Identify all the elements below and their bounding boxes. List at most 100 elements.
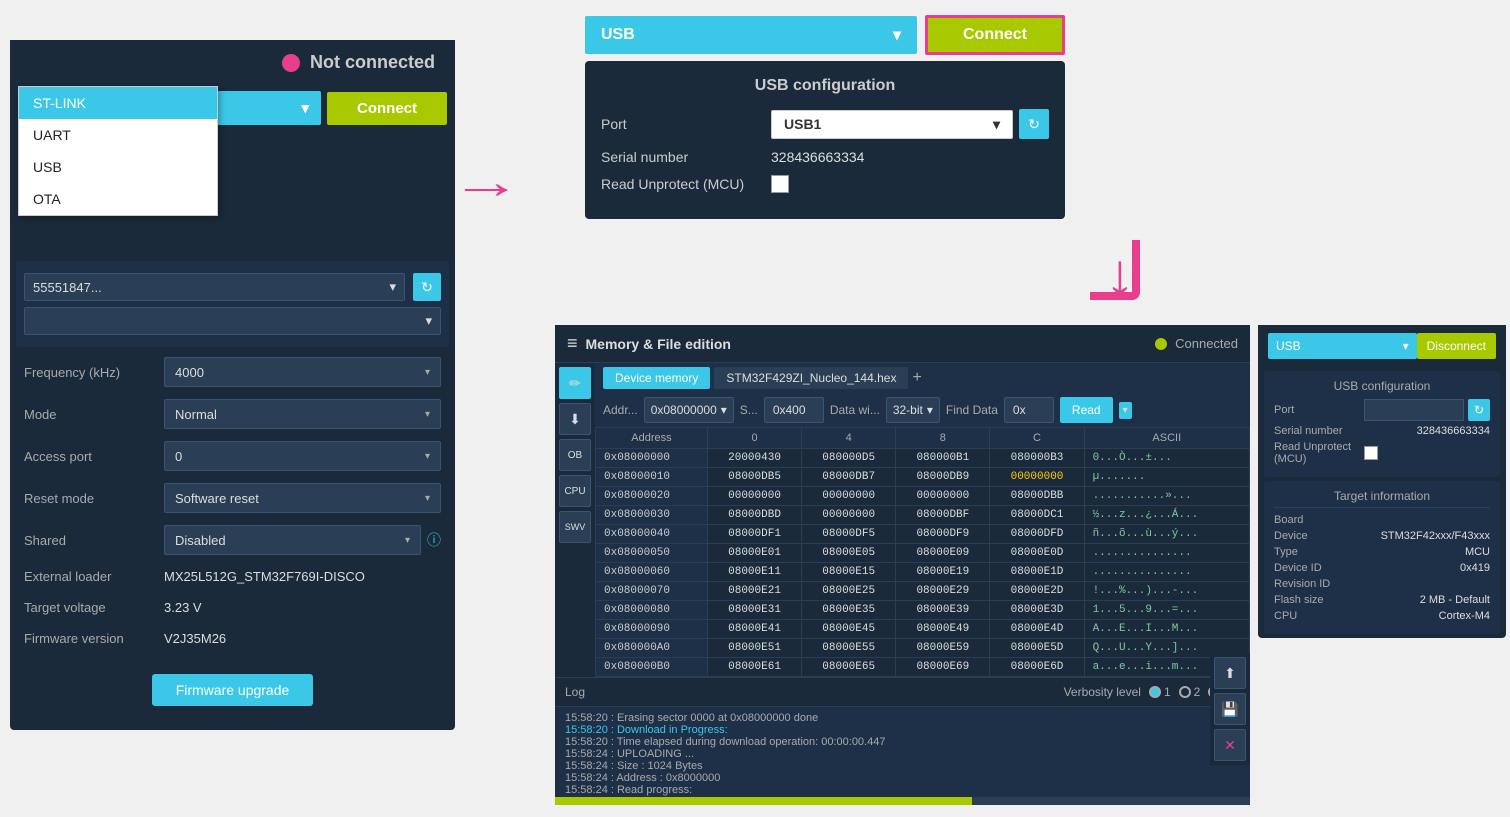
access-port-dropdown[interactable]: 0 ▾ [164, 441, 441, 471]
firmware-upgrade-button[interactable]: Firmware upgrade [152, 674, 314, 706]
cell-c: 08000E1D [990, 563, 1084, 582]
cell-0: 08000DF1 [707, 525, 801, 544]
right-config-title: USB configuration [1274, 379, 1490, 393]
right-config-box: USB configuration Port ↻ Serial number 3… [1264, 371, 1500, 477]
cell-8: 08000E69 [896, 658, 990, 677]
log-close-icon[interactable]: ✕ [1214, 729, 1246, 761]
data-width-dropdown[interactable]: 32-bit ▾ [886, 397, 940, 423]
usb-port-dropdown[interactable]: USB1 ▾ [771, 110, 1013, 139]
swv-icon-btn[interactable]: SWV [559, 511, 591, 543]
tab-device-memory[interactable]: Device memory [603, 367, 710, 389]
usb-port-refresh-button[interactable]: ↻ [1019, 109, 1049, 139]
cell-8: 08000E19 [896, 563, 990, 582]
port-refresh-button[interactable]: ↻ [413, 273, 441, 301]
cell-4: 00000000 [802, 506, 896, 525]
col-header-0: 0 [707, 428, 801, 449]
log-upload-icon[interactable]: ⬆ [1214, 657, 1246, 689]
cpu-icon-btn[interactable]: CPU [559, 475, 591, 507]
usb-unprotect-checkbox[interactable] [771, 175, 789, 193]
disconnect-button[interactable]: Disconnect [1417, 333, 1496, 359]
cell-4: 08000E65 [802, 658, 896, 677]
frequency-label: Frequency (kHz) [24, 365, 164, 380]
log-line: 15:58:24 : Size : 1024 Bytes [565, 760, 1240, 772]
col-header-ascii: ASCII [1084, 428, 1249, 449]
frequency-dropdown[interactable]: 4000 ▾ [164, 357, 441, 387]
external-loader-label: External loader [24, 569, 164, 584]
access-port-value: 0 [175, 449, 182, 464]
cell-c: 08000E3D [990, 601, 1084, 620]
table-row: 0x08000000 20000430 080000D5 080000B1 08… [596, 449, 1250, 468]
left-panel: Not connected ST-LINK ▾ Connect ST-LINK … [10, 40, 455, 730]
table-row: 0x08000070 08000E21 08000E25 08000E29 08… [596, 582, 1250, 601]
port-dropdown[interactable]: 55551847... ▾ [24, 273, 405, 301]
frequency-caret: ▾ [425, 367, 430, 378]
pencil-icon-btn[interactable]: ✏ [559, 367, 591, 399]
table-row: 0x080000A0 08000E51 08000E55 08000E59 08… [596, 639, 1250, 658]
right-port-input[interactable] [1364, 399, 1464, 421]
board-row: Board [1274, 514, 1490, 526]
menu-item-uart[interactable]: UART [19, 119, 217, 151]
shared-row: Shared Disabled ▾ ⓘ [10, 519, 455, 561]
log-save-icon[interactable]: 💾 [1214, 693, 1246, 725]
cell-4: 08000E15 [802, 563, 896, 582]
menu-item-stlink[interactable]: ST-LINK [19, 87, 217, 119]
verbosity-2[interactable]: 2 [1179, 685, 1201, 699]
port-dropdown2[interactable]: ▾ [24, 307, 441, 335]
data-width-label: Data wi... [830, 403, 880, 417]
flash-size-value: 2 MB - Default [1354, 594, 1490, 606]
add-tab-button[interactable]: + [912, 369, 921, 387]
right-usb-dropdown[interactable]: USB ▾ [1268, 333, 1417, 359]
cell-addr: 0x08000040 [596, 525, 708, 544]
cell-c: 08000E6D [990, 658, 1084, 677]
shared-info-icon: ⓘ [427, 530, 441, 550]
dropdown-caret: ▾ [301, 99, 309, 117]
type-label: Type [1274, 546, 1354, 558]
log-line: 15:58:20 : Time elapsed during download … [565, 736, 1240, 748]
access-port-label: Access port [24, 449, 164, 464]
mode-dropdown[interactable]: Normal ▾ [164, 399, 441, 429]
find-data-input[interactable] [1004, 397, 1054, 423]
cell-0: 00000000 [707, 487, 801, 506]
table-row: 0x08000090 08000E41 08000E45 08000E49 08… [596, 620, 1250, 639]
read-button[interactable]: Read [1060, 397, 1113, 423]
usb-port-label: Port [601, 116, 761, 132]
memory-panel: Memory & File edition Connected ✏ ⬇ OB C… [555, 325, 1250, 805]
download-icon-btn[interactable]: ⬇ [559, 403, 591, 435]
external-loader-value: MX25L512G_STM32F769I-DISCO [164, 569, 365, 584]
reset-mode-caret: ▾ [425, 493, 430, 504]
target-voltage-row: Target voltage 3.23 V [10, 592, 455, 623]
log-line-highlight: 15:58:20 : Download in Progress: [565, 724, 728, 736]
device-row: Device STM32F42xxx/F43xxx [1274, 530, 1490, 542]
size-input[interactable] [764, 397, 824, 423]
usb-port-row: Port USB1 ▾ ↻ [601, 109, 1049, 139]
reset-mode-dropdown[interactable]: Software reset ▾ [164, 483, 441, 513]
menu-item-usb[interactable]: USB [19, 151, 217, 183]
tab-hex-file[interactable]: STM32F429ZI_Nucleo_144.hex [714, 367, 908, 389]
right-port-refresh[interactable]: ↻ [1468, 399, 1490, 421]
verbosity-1[interactable]: 1 [1149, 685, 1171, 699]
cell-ascii: !...%...)...-... [1084, 582, 1249, 601]
cell-4: 08000E35 [802, 601, 896, 620]
progress-bar [555, 797, 1250, 805]
table-row: 0x080000B0 08000E61 08000E65 08000E69 08… [596, 658, 1250, 677]
cell-8: 08000E09 [896, 544, 990, 563]
shared-dropdown[interactable]: Disabled ▾ [164, 525, 421, 555]
usb-type-dropdown[interactable]: USB ▾ [585, 16, 917, 54]
cell-c: 08000E5D [990, 639, 1084, 658]
addr-dropdown[interactable]: 0x08000000 ▾ [644, 397, 734, 423]
usb-connect-button[interactable]: Connect [925, 15, 1065, 55]
firmware-version-value: V2J35M26 [164, 631, 226, 646]
target-info-box: Target information Board Device STM32F42… [1264, 481, 1500, 634]
usb-config-title: USB configuration [601, 77, 1049, 95]
connect-button[interactable]: Connect [327, 92, 447, 125]
col-header-4: 4 [802, 428, 896, 449]
cell-addr: 0x08000090 [596, 620, 708, 639]
right-unprotect-checkbox[interactable] [1364, 446, 1378, 460]
ob-icon-btn[interactable]: OB [559, 439, 591, 471]
cell-8: 00000000 [896, 487, 990, 506]
hamburger-icon[interactable] [567, 333, 578, 354]
connection-dropdown-menu: ST-LINK UART USB OTA [18, 86, 218, 216]
flash-size-label: Flash size [1274, 594, 1354, 606]
memory-main-area: Device memory STM32F429ZI_Nucleo_144.hex… [595, 363, 1250, 677]
menu-item-ota[interactable]: OTA [19, 183, 217, 215]
